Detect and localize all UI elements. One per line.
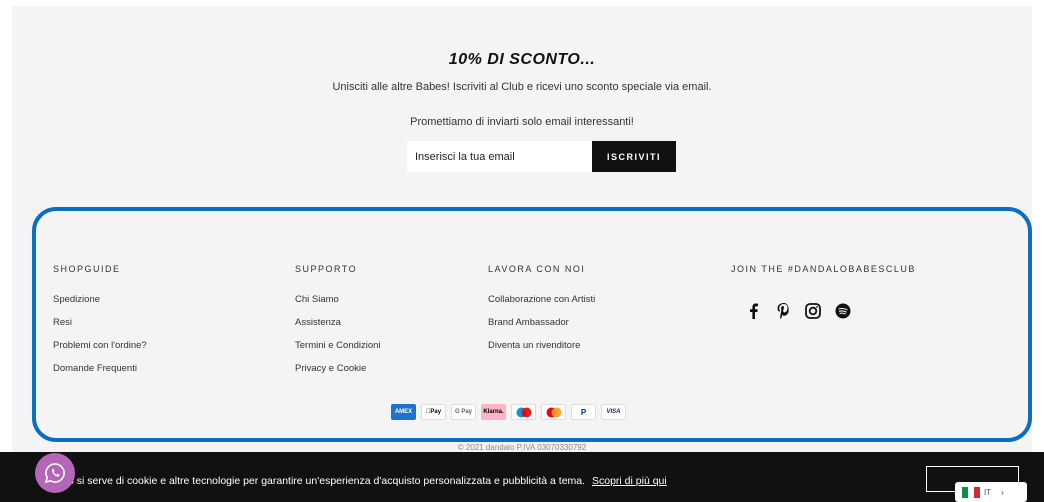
lavora-heading: LAVORA CON NOI xyxy=(488,264,586,274)
cookie-more-link[interactable]: Scopri di più qui xyxy=(592,475,667,487)
cookie-message: o si serve di cookie e altre tecnologie … xyxy=(68,475,667,487)
link-termini[interactable]: Termini e Condizioni xyxy=(295,340,381,351)
paypal-icon: P xyxy=(571,404,596,420)
link-collaborazione[interactable]: Collaborazione con Artisti xyxy=(488,294,595,305)
cookie-text: o si serve di cookie e altre tecnologie … xyxy=(68,475,586,487)
link-resi[interactable]: Resi xyxy=(53,317,72,328)
mastercard-icon xyxy=(541,404,566,420)
italy-flag-icon xyxy=(962,486,980,498)
join-heading: JOIN THE #DANDALOBABESCLUB xyxy=(731,264,916,274)
facebook-icon[interactable] xyxy=(745,302,761,320)
link-domande-frequenti[interactable]: Domande Frequenti xyxy=(53,363,137,374)
spotify-icon[interactable] xyxy=(835,302,851,320)
link-spedizione[interactable]: Spedizione xyxy=(53,294,100,305)
link-ambassador[interactable]: Brand Ambassador xyxy=(488,317,569,328)
link-problemi-ordine[interactable]: Problemi con l'ordine? xyxy=(53,340,147,351)
amex-icon: AMEX xyxy=(391,404,416,420)
shopguide-heading: SHOPGUIDE xyxy=(53,264,121,274)
newsletter-title: 10% DI SCONTO... xyxy=(448,51,596,68)
supporto-heading: SUPPORTO xyxy=(295,264,358,274)
copyright: © 2021 dandalo P.IVA 03070330792 xyxy=(457,443,587,452)
google-pay-icon: G Pay xyxy=(451,404,476,420)
payment-methods: AMEX Pay G Pay Klarna. P VISA xyxy=(391,404,626,420)
link-rivenditore[interactable]: Diventa un rivenditore xyxy=(488,340,580,351)
newsletter-form: ISCRIVITI xyxy=(407,141,676,172)
apple-pay-icon: Pay xyxy=(421,404,446,420)
whatsapp-icon xyxy=(44,463,65,484)
klarna-icon: Klarna. xyxy=(481,404,506,420)
newsletter-section: 10% DI SCONTO... Unisciti alle altre Bab… xyxy=(12,6,1032,220)
link-privacy[interactable]: Privacy e Cookie xyxy=(295,363,366,374)
chevron-right-icon: › xyxy=(1001,487,1004,497)
link-assistenza[interactable]: Assistenza xyxy=(295,317,341,328)
language-code: IT xyxy=(984,487,992,497)
newsletter-promise: Promettiamo di inviarti solo email inter… xyxy=(410,116,634,128)
email-input[interactable] xyxy=(407,141,592,172)
maestro-icon xyxy=(511,404,536,420)
visa-icon: VISA xyxy=(601,404,626,420)
link-chi-siamo[interactable]: Chi Siamo xyxy=(295,294,339,305)
pinterest-icon[interactable] xyxy=(775,302,791,320)
language-selector[interactable]: IT › xyxy=(955,482,1027,502)
newsletter-subtitle: Unisciti alle altre Babes! Iscriviti al … xyxy=(332,81,712,93)
instagram-icon[interactable] xyxy=(805,302,821,320)
social-links xyxy=(745,302,851,320)
whatsapp-button[interactable] xyxy=(35,453,75,493)
subscribe-button[interactable]: ISCRIVITI xyxy=(592,141,676,172)
